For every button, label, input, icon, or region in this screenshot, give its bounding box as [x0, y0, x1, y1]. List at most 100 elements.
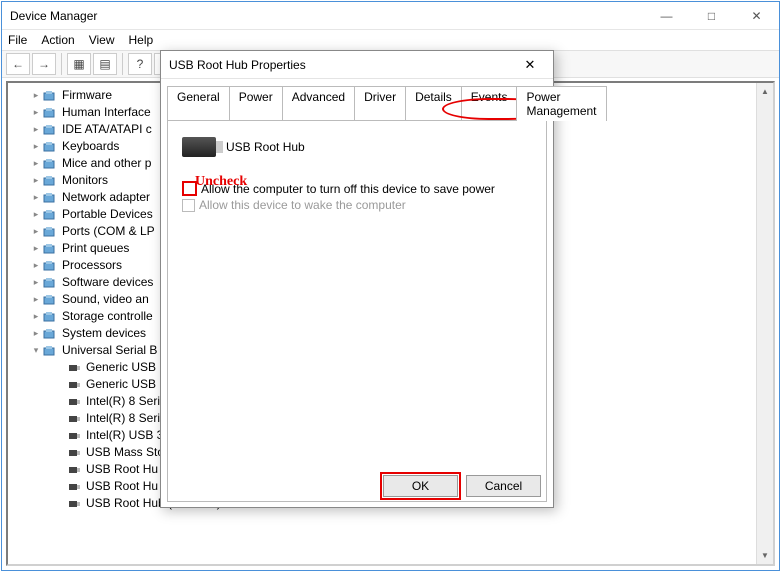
tab-advanced[interactable]: Advanced: [282, 86, 355, 121]
maximize-button[interactable]: □: [689, 2, 734, 29]
tree-item-label: Keyboards: [62, 138, 119, 155]
tab-strip: General Power Advanced Driver Details Ev…: [167, 85, 547, 120]
tab-driver[interactable]: Driver: [354, 86, 406, 121]
tree-item-label: Sound, video an: [62, 291, 149, 308]
device-category-icon: [42, 157, 58, 171]
expander-icon[interactable]: ▸: [30, 274, 42, 291]
dialog-titlebar[interactable]: USB Root Hub Properties ✕: [161, 51, 553, 79]
tree-item-label: Intel(R) 8 Seri: [86, 410, 160, 427]
expander-icon[interactable]: ▸: [30, 172, 42, 189]
device-category-icon: [42, 140, 58, 154]
tree-item-label: Generic USB: [86, 376, 156, 393]
tree-item-label: Mice and other p: [62, 155, 151, 172]
menu-file[interactable]: File: [8, 33, 27, 47]
device-category-icon: [42, 293, 58, 307]
tree-item-label: Processors: [62, 257, 122, 274]
forward-button[interactable]: →: [32, 53, 56, 75]
dialog-close-button[interactable]: ✕: [515, 57, 545, 73]
back-button[interactable]: ←: [6, 53, 30, 75]
expander-icon[interactable]: ▸: [30, 121, 42, 138]
device-category-icon: [42, 106, 58, 120]
expander-icon[interactable]: ▸: [30, 189, 42, 206]
usb-device-icon: [66, 412, 82, 426]
tree-item-label: IDE ATA/ATAPI c: [62, 121, 152, 138]
tab-events[interactable]: Events: [461, 86, 518, 121]
tab-general[interactable]: General: [167, 86, 230, 121]
properties-dialog: USB Root Hub Properties ✕ General Power …: [160, 50, 554, 508]
expander-icon[interactable]: ▸: [30, 257, 42, 274]
tab-power-management[interactable]: Power Management: [516, 86, 606, 121]
annotation-uncheck: Uncheck: [195, 174, 247, 190]
tree-item-label: Print queues: [62, 240, 129, 257]
device-category-icon: [42, 242, 58, 256]
tree-item-label: Generic USB: [86, 359, 156, 376]
device-category-icon: [42, 123, 58, 137]
usb-device-icon: [66, 361, 82, 375]
tab-details[interactable]: Details: [405, 86, 462, 121]
tree-item-label: Ports (COM & LP: [62, 223, 155, 240]
usb-device-icon: [66, 480, 82, 494]
expander-icon[interactable]: ▸: [30, 240, 42, 257]
device-category-icon: [42, 174, 58, 188]
minimize-button[interactable]: —: [644, 2, 689, 29]
help-button[interactable]: ?: [128, 53, 152, 75]
separator: [61, 53, 62, 75]
separator: [122, 53, 123, 75]
tab-power[interactable]: Power: [229, 86, 283, 121]
tree-item-label: Monitors: [62, 172, 108, 189]
toolbar-button-4[interactable]: ▤: [93, 53, 117, 75]
device-name: USB Root Hub: [226, 140, 305, 154]
tree-item-label: Intel(R) 8 Seri: [86, 393, 160, 410]
device-header: USB Root Hub: [182, 137, 532, 157]
expander-icon[interactable]: ▸: [30, 223, 42, 240]
usb-icon: [182, 137, 216, 157]
expander-icon[interactable]: ▸: [30, 104, 42, 121]
menu-help[interactable]: Help: [129, 33, 154, 47]
expander-icon[interactable]: ▸: [30, 138, 42, 155]
usb-device-icon: [66, 497, 82, 511]
tree-item-label: USB Root Hu: [86, 461, 158, 478]
toolbar-button-3[interactable]: ▦: [67, 53, 91, 75]
usb-device-icon: [66, 463, 82, 477]
titlebar[interactable]: Device Manager — □ ✕: [2, 2, 779, 30]
allow-wake-label: Allow this device to wake the computer: [199, 198, 406, 212]
scroll-up-button[interactable]: ▲: [757, 83, 773, 100]
usb-device-icon: [66, 395, 82, 409]
expander-icon[interactable]: ▾: [30, 342, 42, 359]
device-category-icon: [42, 89, 58, 103]
cancel-button[interactable]: Cancel: [466, 475, 541, 497]
device-category-icon: [42, 344, 58, 358]
device-category-icon: [42, 276, 58, 290]
expander-icon[interactable]: ▸: [30, 308, 42, 325]
tree-item-label: Human Interface: [62, 104, 151, 121]
tree-item-label: System devices: [62, 325, 146, 342]
device-category-icon: [42, 310, 58, 324]
menubar: File Action View Help: [2, 30, 779, 50]
expander-icon[interactable]: ▸: [30, 291, 42, 308]
tree-item-label: Network adapter: [62, 189, 150, 206]
dialog-buttons: OK Cancel: [383, 475, 541, 497]
expander-icon[interactable]: ▸: [30, 155, 42, 172]
device-category-icon: [42, 208, 58, 222]
window-title: Device Manager: [10, 9, 644, 23]
device-category-icon: [42, 259, 58, 273]
close-button[interactable]: ✕: [734, 2, 779, 29]
scrollbar[interactable]: ▲ ▼: [756, 83, 773, 564]
ok-button[interactable]: OK: [383, 475, 458, 497]
device-category-icon: [42, 327, 58, 341]
scroll-down-button[interactable]: ▼: [757, 547, 773, 564]
tree-item-label: USB Mass Sto: [86, 444, 164, 461]
tree-item-label: USB Root Hu: [86, 478, 158, 495]
tree-item-label: Storage controlle: [62, 308, 153, 325]
device-category-icon: [42, 225, 58, 239]
expander-icon[interactable]: ▸: [30, 87, 42, 104]
usb-device-icon: [66, 429, 82, 443]
tree-item-label: Universal Serial B: [62, 342, 157, 359]
tree-item-label: Firmware: [62, 87, 112, 104]
device-category-icon: [42, 191, 58, 205]
expander-icon[interactable]: ▸: [30, 325, 42, 342]
usb-device-icon: [66, 446, 82, 460]
expander-icon[interactable]: ▸: [30, 206, 42, 223]
menu-action[interactable]: Action: [41, 33, 74, 47]
menu-view[interactable]: View: [89, 33, 115, 47]
